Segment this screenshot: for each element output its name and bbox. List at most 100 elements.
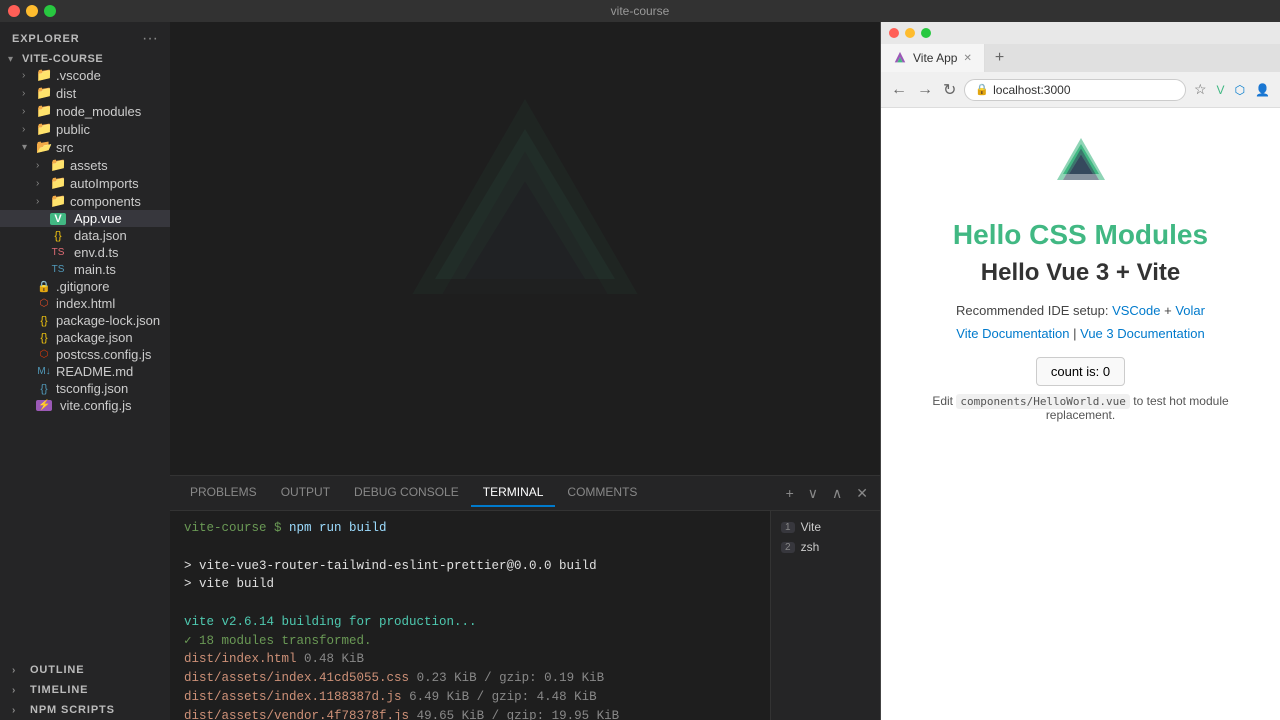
sidebar-item-node-modules[interactable]: › 📁 node_modules [0, 102, 170, 120]
tab-output[interactable]: OUTPUT [269, 479, 342, 507]
sidebar-item-packagelockjson[interactable]: {} package-lock.json [0, 312, 170, 329]
terminal-instances: 1 Vite 2 zsh [770, 511, 880, 720]
maximize-button[interactable] [44, 5, 56, 17]
profile-icon[interactable]: 👤 [1253, 81, 1272, 99]
json-lock-icon: {} [36, 315, 52, 327]
sidebar-label-postcss: postcss.config.js [56, 347, 151, 362]
sidebar-item-envdts[interactable]: TS env.d.ts [0, 244, 170, 261]
window-title: vite-course [611, 4, 670, 18]
chevron-down-button[interactable]: ∨ [804, 483, 822, 504]
chevron-down-icon: ▾ [22, 142, 36, 153]
sidebar-label-components: components [70, 194, 141, 209]
vite-docs-link[interactable]: Vite Documentation [956, 326, 1069, 341]
back-button[interactable]: ← [889, 79, 909, 101]
chevron-right-icon: › [22, 124, 36, 135]
outline-section[interactable]: › OUTLINE [0, 660, 170, 680]
sidebar-more-button[interactable]: ··· [142, 30, 158, 48]
sidebar-item-src[interactable]: ▾ 📂 src [0, 138, 170, 156]
terminal-line-6: dist/index.html 0.48 KiB [184, 650, 756, 669]
sidebar-item-viteconfig[interactable]: ⚡ vite.config.js [0, 397, 170, 414]
chevron-right-icon: › [12, 665, 26, 676]
readme-icon: M↓ [36, 366, 52, 377]
close-panel-button[interactable]: ✕ [852, 483, 872, 504]
url-bar[interactable]: 🔒 localhost:3000 [964, 79, 1186, 101]
folder-icon: 📁 [50, 157, 66, 173]
tab-terminal[interactable]: TERMINAL [471, 479, 556, 507]
npm-scripts-section[interactable]: › NPM SCRIPTS [0, 700, 170, 720]
browser-max-btn[interactable] [921, 28, 931, 38]
volar-link[interactable]: Volar [1175, 303, 1205, 318]
close-button[interactable] [8, 5, 20, 17]
browser-panel: Vite App ✕ + ← → ↻ 🔒 localhost:3000 ☆ V … [880, 22, 1280, 720]
count-button[interactable]: count is: 0 [1036, 357, 1125, 386]
browser-tab-vite[interactable]: Vite App ✕ [881, 44, 985, 72]
terminal-size-1: 0.48 KiB [304, 652, 364, 666]
terminal-vite-version: vite v2.6.14 building for production... [184, 615, 477, 629]
sidebar-item-assets[interactable]: › 📁 assets [0, 156, 170, 174]
tab-comments[interactable]: COMMENTS [555, 479, 649, 507]
sidebar-item-autoimports[interactable]: › 📁 autoImports [0, 174, 170, 192]
tab-problems[interactable]: PROBLEMS [178, 479, 269, 507]
vue3-docs-link[interactable]: Vue 3 Documentation [1080, 326, 1205, 341]
sidebar-item-indexhtml[interactable]: ⬡ index.html [0, 295, 170, 312]
sidebar-item-maints[interactable]: TS main.ts [0, 261, 170, 278]
tab-debug-console[interactable]: DEBUG CONSOLE [342, 479, 471, 507]
vscode-link[interactable]: VSCode [1112, 303, 1160, 318]
terminal-size-3: 6.49 KiB / gzip: 4.48 KiB [409, 690, 597, 704]
timeline-label: TIMELINE [30, 684, 88, 696]
window-controls [8, 5, 56, 17]
sidebar-item-public[interactable]: › 📁 public [0, 120, 170, 138]
vue-file-icon: V [50, 213, 66, 225]
new-tab-button[interactable]: + [985, 45, 1014, 71]
sidebar-item-components[interactable]: › 📁 components [0, 192, 170, 210]
sidebar-item-appvue[interactable]: V App.vue [0, 210, 170, 227]
terminal-instance-zsh[interactable]: 2 zsh [771, 537, 880, 557]
terminal-file-4: dist/assets/vendor.4f78378f.js [184, 709, 409, 720]
terminal-command: npm run build [289, 521, 387, 535]
sidebar-label-maints: main.ts [74, 262, 116, 277]
sidebar-label-envdts: env.d.ts [74, 245, 119, 260]
folder-icon: 📁 [36, 121, 52, 137]
terminal-output[interactable]: vite-course $ npm run build > vite-vue3-… [170, 511, 770, 720]
folder-icon: 📁 [50, 175, 66, 191]
minimize-button[interactable] [26, 5, 38, 17]
sidebar-item-vscode[interactable]: › 📁 .vscode [0, 66, 170, 84]
sidebar-item-datajson[interactable]: {} data.json [0, 227, 170, 244]
browser-tab-close-icon[interactable]: ✕ [963, 53, 971, 64]
browser-min-btn[interactable] [905, 28, 915, 38]
ts-icon: TS [50, 247, 66, 258]
chevron-right-icon: › [12, 685, 26, 696]
sidebar-label-packagejson: package.json [56, 330, 133, 345]
sidebar-label-dist: dist [56, 86, 76, 101]
sidebar-item-dist[interactable]: › 📁 dist [0, 84, 170, 102]
sidebar-label-indexhtml: index.html [56, 296, 115, 311]
chevron-right-icon: › [36, 178, 50, 189]
sidebar-item-postcss[interactable]: ⬡ postcss.config.js [0, 346, 170, 363]
npm-scripts-label: NPM SCRIPTS [30, 704, 115, 716]
sidebar-item-tsconfig[interactable]: {} tsconfig.json [0, 380, 170, 397]
json-icon: {} [50, 230, 66, 242]
sidebar-item-readme[interactable]: M↓ README.md [0, 363, 170, 380]
bookmark-icon[interactable]: ☆ [1192, 79, 1209, 100]
sidebar-item-packagejson[interactable]: {} package.json [0, 329, 170, 346]
chevron-up-button[interactable]: ∧ [828, 483, 846, 504]
sidebar-item-gitignore[interactable]: 🔒 .gitignore [0, 278, 170, 295]
forward-button[interactable]: → [915, 79, 935, 101]
timeline-section[interactable]: › TIMELINE [0, 680, 170, 700]
new-terminal-button[interactable]: + [782, 483, 798, 503]
project-root[interactable]: ▾ VITE-COURSE [0, 52, 170, 66]
sidebar-label-vscode: .vscode [56, 68, 101, 83]
title-bar: vite-course [0, 0, 1280, 22]
terminal-instance-vite[interactable]: 1 Vite [771, 517, 880, 537]
sidebar-header: EXPLORER ··· [0, 22, 170, 52]
hello-vue-heading: Hello Vue 3 + Vite [981, 259, 1180, 287]
refresh-button[interactable]: ↻ [941, 78, 958, 102]
outline-label: OUTLINE [30, 664, 84, 676]
browser-close-btn[interactable] [889, 28, 899, 38]
terminal-line-1: vite-course $ npm run build [184, 519, 756, 538]
sidebar-label-packagelockjson: package-lock.json [56, 313, 160, 328]
terminal-size-2: 0.23 KiB / gzip: 0.19 KiB [417, 671, 605, 685]
terminal-line-7: dist/assets/index.41cd5055.css 0.23 KiB … [184, 669, 756, 688]
docs-links: Vite Documentation | Vue 3 Documentation [956, 326, 1204, 341]
terminal-actions: + ∨ ∧ ✕ [782, 483, 872, 504]
